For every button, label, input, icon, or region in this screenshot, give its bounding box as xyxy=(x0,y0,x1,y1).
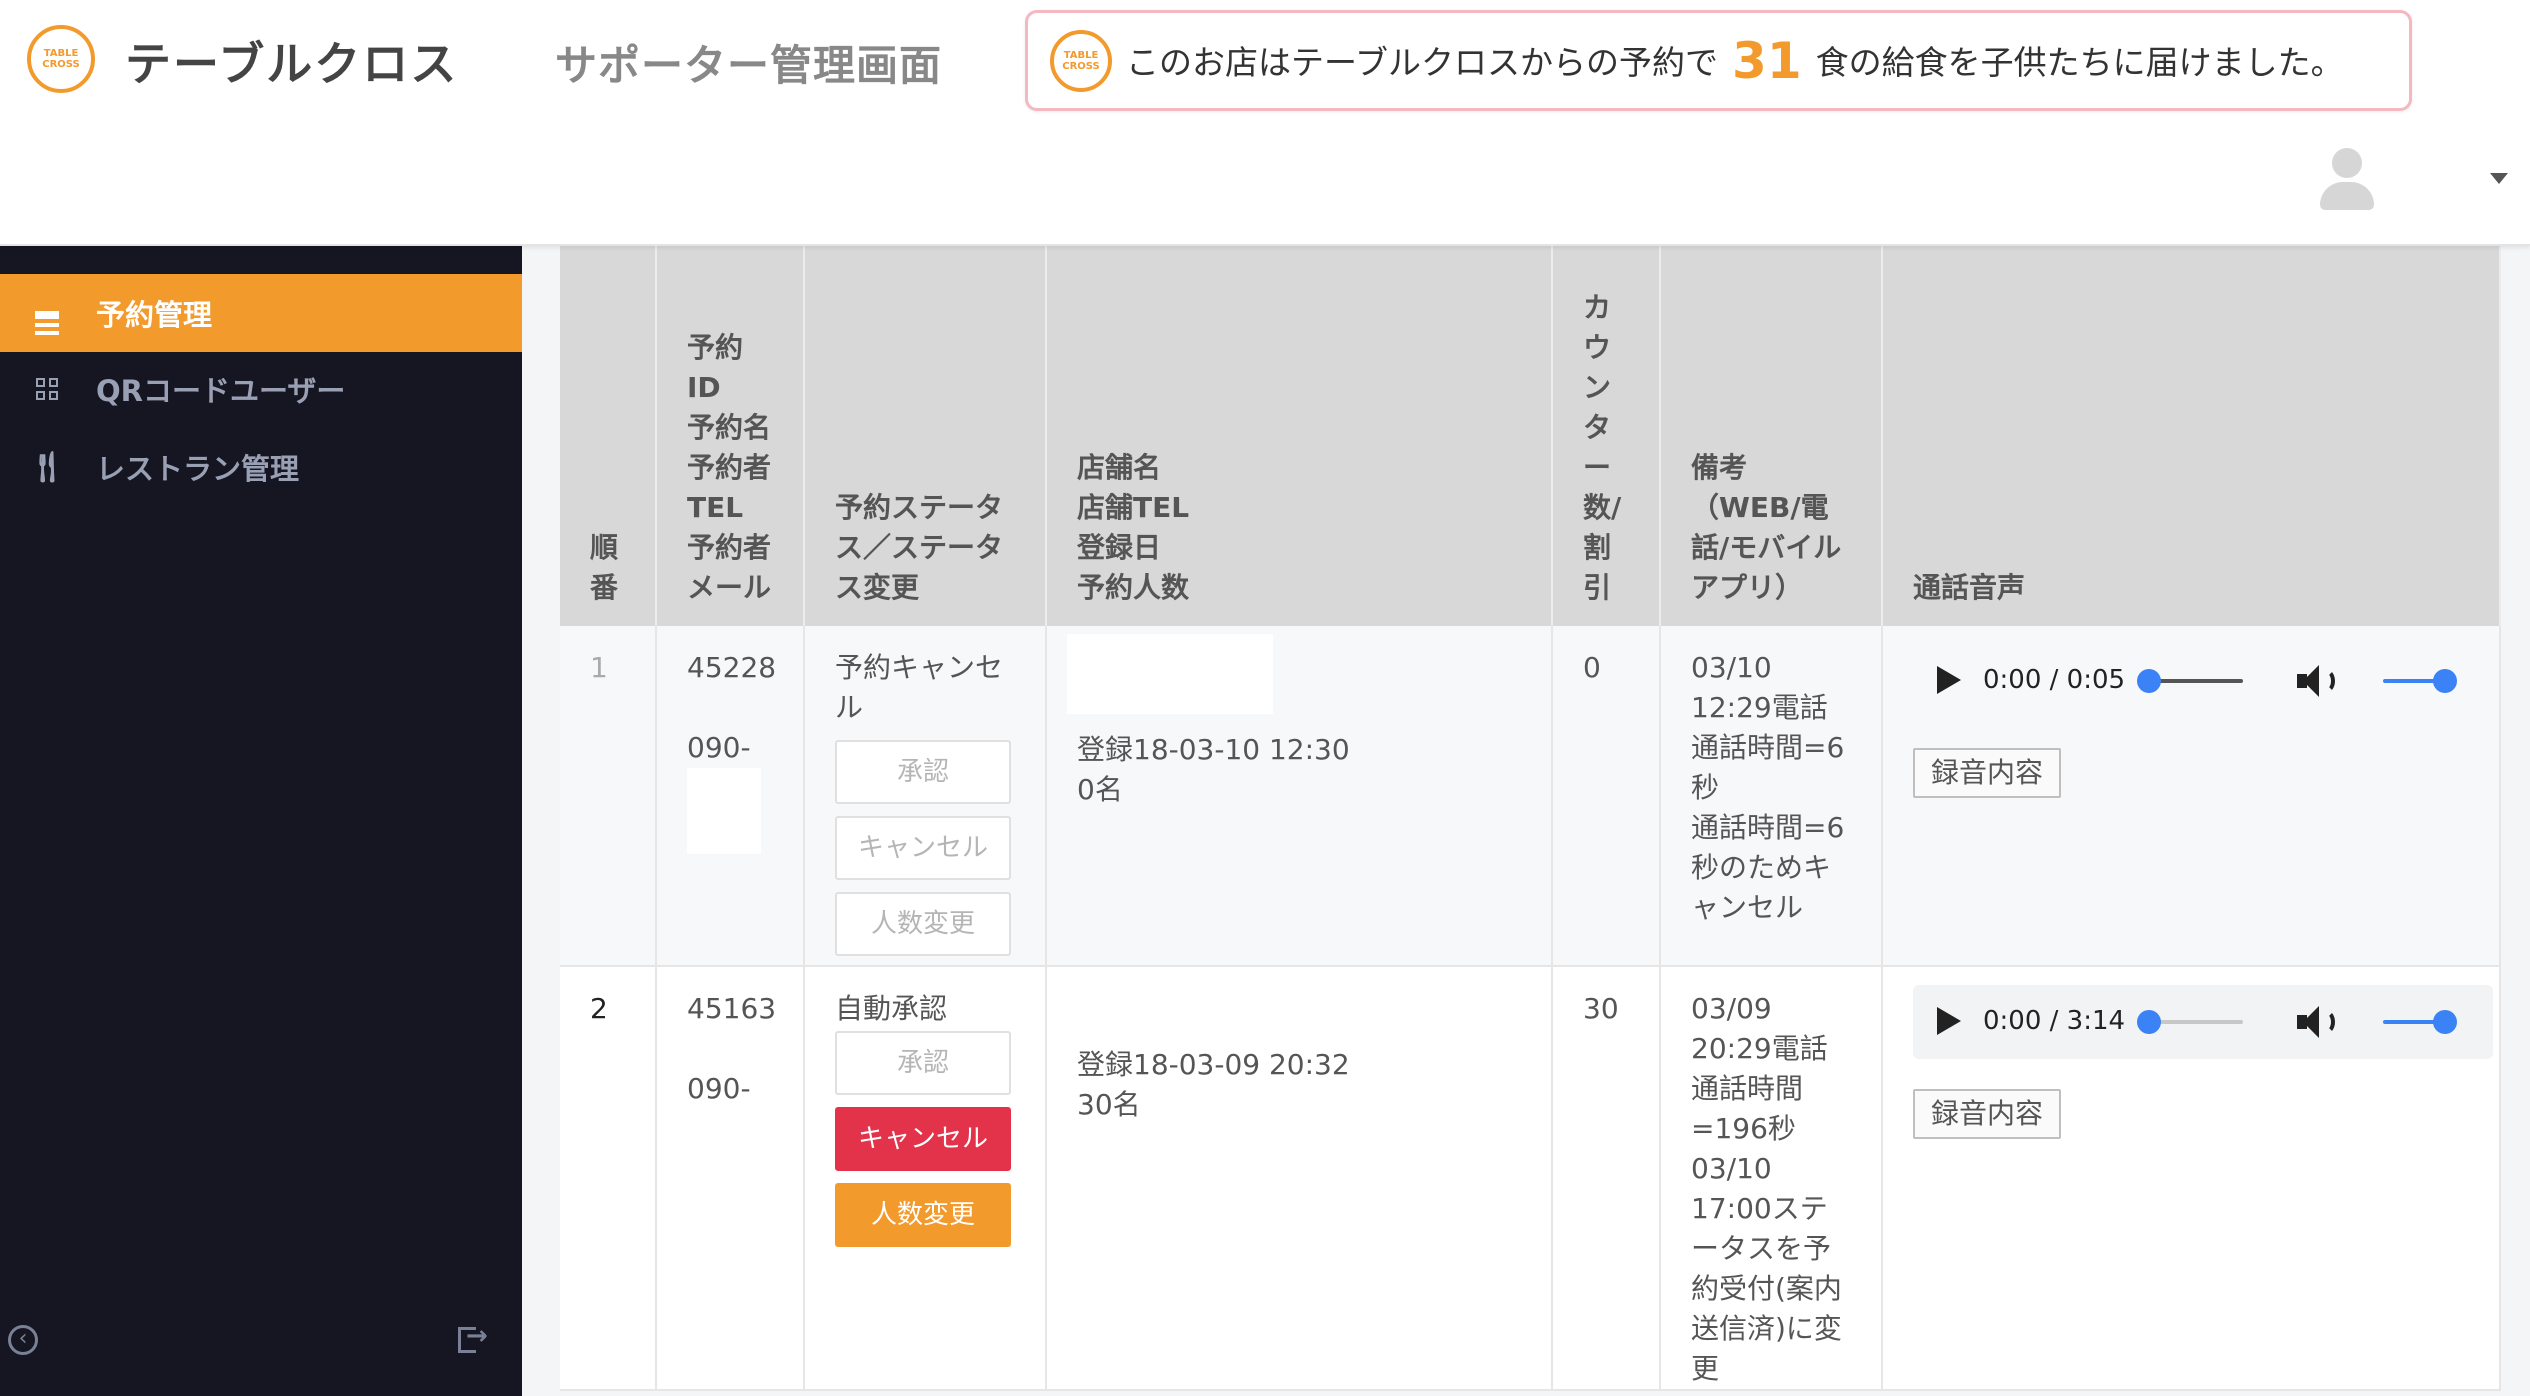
user-avatar-icon[interactable] xyxy=(2320,148,2374,210)
audio-progress-track[interactable] xyxy=(2147,1020,2243,1024)
header-order-label: 順番 xyxy=(590,531,619,604)
approve-button[interactable]: 承認 xyxy=(835,1031,1011,1095)
play-icon[interactable] xyxy=(1937,666,1961,694)
people-count: 30名 xyxy=(1077,1088,1141,1121)
play-icon[interactable] xyxy=(1937,1007,1961,1035)
header-store-label: 店舗名 店舗TEL 登録日 予約人数 xyxy=(1077,451,1190,604)
change-people-button[interactable]: 人数変更 xyxy=(835,1183,1011,1247)
row-store: 登録18-03-09 20:32 30名 xyxy=(1046,966,1553,1391)
registered-date: 登録18-03-09 20:32 xyxy=(1077,1048,1350,1081)
caret-down-icon[interactable] xyxy=(2490,173,2508,184)
top-header: TABLE CROSS テーブルクロス サポーター管理画面 TABLE CROS… xyxy=(0,0,2530,246)
remarks-text: 03/09 20:29電話 通話時間 =196秒 03/10 17:00ステータ… xyxy=(1691,992,1842,1385)
notice-prefix: このお店はテーブルクロスからの予約で xyxy=(1126,42,1719,82)
header-reservation[interactable]: 予約ID 予約名 予約者TEL 予約者メール xyxy=(656,246,805,626)
row-reservation: 45163 090- xyxy=(656,966,805,1391)
reservations-table: 順番 予約ID 予約名 予約者TEL 予約者メール 予約ステータス／ステータス変… xyxy=(560,246,2501,1391)
sidebar-item-reservations[interactable]: 予約管理 xyxy=(0,274,522,352)
sidebar-item-label: QRコードユーザー xyxy=(96,374,346,408)
reservation-phone: 090- xyxy=(687,731,751,764)
header-audio[interactable]: 通話音声 xyxy=(1882,246,2501,626)
reservation-id: 45228 xyxy=(687,651,777,684)
page-subtitle: サポーター管理画面 xyxy=(555,41,943,90)
registered-date: 登録18-03-10 12:30 xyxy=(1077,733,1350,766)
volume-icon[interactable] xyxy=(2295,662,2339,700)
table-header-row: 順番 予約ID 予約名 予約者TEL 予約者メール 予約ステータス／ステータス変… xyxy=(560,246,2501,626)
audio-time: 0:00 / 3:14 xyxy=(1983,1006,2126,1036)
header-status[interactable]: 予約ステータス／ステータス変更 xyxy=(804,246,1047,626)
sidebar-item-restaurants[interactable]: 🍴︎ レストラン管理 xyxy=(0,428,522,506)
row-audio: 0:00 / 3:14 録音内容 xyxy=(1882,966,2501,1391)
table-row: 2 45163 090- 自動承認 承認 キャンセル 人数変更 登録18-03-… xyxy=(560,966,2501,1391)
reservation-id: 45163 xyxy=(687,992,777,1025)
header-remarks[interactable]: 備考（WEB/電話/モバイルアプリ） xyxy=(1660,246,1883,626)
header-status-label: 予約ステータス／ステータス変更 xyxy=(835,491,1004,604)
sidebar-item-label: 予約管理 xyxy=(96,298,213,332)
cancel-button[interactable]: キャンセル xyxy=(835,1107,1011,1171)
audio-time: 0:00 / 0:05 xyxy=(1983,665,2126,695)
row-status: 自動承認 承認 キャンセル 人数変更 xyxy=(804,966,1047,1391)
logo-text: TABLE CROSS xyxy=(42,48,80,70)
people-count: 0名 xyxy=(1077,773,1123,806)
brand-name[interactable]: テーブルクロス xyxy=(125,28,458,94)
notice-logo-text: TABLE CROSS xyxy=(1062,49,1100,72)
chevron-left-circle-icon[interactable]: ‹ xyxy=(8,1325,38,1355)
reservation-phone: 090- xyxy=(687,1072,751,1105)
header-remarks-label: 備考（WEB/電話/モバイルアプリ） xyxy=(1691,451,1842,604)
hamburger-icon xyxy=(30,298,64,335)
volume-knob[interactable] xyxy=(2433,669,2457,693)
header-counter[interactable]: カウンター数/割引 xyxy=(1552,246,1661,626)
volume-knob[interactable] xyxy=(2433,1010,2457,1034)
sidebar-item-qr-users[interactable]: QRコードユーザー xyxy=(0,350,522,428)
row-remarks: 03/10 12:29電話 通話時間=6秒 通話時間=6秒のためキャンセル xyxy=(1660,626,1883,967)
notice-text: このお店はテーブルクロスからの予約で 31 食の給食を子供たちに届けました。 xyxy=(1126,32,2344,90)
audio-player: 0:00 / 3:14 xyxy=(1913,985,2493,1059)
row-store: 登録18-03-10 12:30 0名 xyxy=(1046,626,1553,967)
reservations-table-wrap: 順番 予約ID 予約名 予約者TEL 予約者メール 予約ステータス／ステータス変… xyxy=(560,246,2501,1391)
audio-player: 0:00 / 0:05 xyxy=(1913,644,2493,718)
sidebar: 予約管理 QRコードユーザー 🍴︎ レストラン管理 ‹ → xyxy=(0,246,522,1396)
meal-notice-banner: TABLE CROSS このお店はテーブルクロスからの予約で 31 食の給食を子供た… xyxy=(1025,10,2412,111)
recording-content-button[interactable]: 録音内容 xyxy=(1913,1089,2062,1139)
approve-button[interactable]: 承認 xyxy=(835,740,1011,804)
change-people-button[interactable]: 人数変更 xyxy=(835,892,1011,956)
row-order: 2 xyxy=(560,966,657,1391)
utensils-icon: 🍴︎ xyxy=(27,449,67,485)
status-text: 予約キャンセル xyxy=(835,651,1004,724)
avatar-head xyxy=(2332,148,2362,178)
recording-content-button[interactable]: 録音内容 xyxy=(1913,748,2062,798)
row-counter: 0 xyxy=(1552,626,1661,967)
audio-progress-track[interactable] xyxy=(2147,679,2243,683)
avatar-body xyxy=(2320,182,2374,210)
header-order[interactable]: 順番 xyxy=(560,246,657,626)
row-status: 予約キャンセル 承認 キャンセル 人数変更 xyxy=(804,626,1047,967)
row-remarks: 03/09 20:29電話 通話時間 =196秒 03/10 17:00ステータ… xyxy=(1660,966,1883,1391)
row-counter: 30 xyxy=(1552,966,1661,1391)
table-row: 1 45228 090- 予約キャンセル 承認 キャンセル 人数変更 登録18-… xyxy=(560,626,2501,967)
brand-logo-icon[interactable]: TABLE CROSS xyxy=(27,25,95,93)
row-order: 1 xyxy=(560,626,657,967)
notice-logo-icon: TABLE CROSS xyxy=(1050,29,1112,92)
row-reservation: 45228 090- xyxy=(656,626,805,967)
qr-code-icon xyxy=(30,374,64,404)
main-content: 順番 予約ID 予約名 予約者TEL 予約者メール 予約ステータス／ステータス変… xyxy=(522,246,2530,1396)
audio-progress-knob[interactable] xyxy=(2137,1010,2161,1034)
logout-icon[interactable]: → xyxy=(458,1321,488,1355)
redacted-field xyxy=(687,768,761,854)
remarks-text: 03/10 12:29電話 通話時間=6秒 通話時間=6秒のためキャンセル xyxy=(1691,651,1845,924)
sidebar-item-label: レストラン管理 xyxy=(96,452,300,486)
row-audio: 0:00 / 0:05 録音内容 xyxy=(1882,626,2501,967)
meal-count: 31 xyxy=(1732,31,1802,90)
notice-suffix: 食の給食を子供たちに届けました。 xyxy=(1815,42,2344,82)
header-store[interactable]: 店舗名 店舗TEL 登録日 予約人数 xyxy=(1046,246,1553,626)
audio-progress-knob[interactable] xyxy=(2137,669,2161,693)
header-reservation-label: 予約ID 予約名 予約者TEL 予約者メール xyxy=(687,331,772,604)
header-audio-label: 通話音声 xyxy=(1913,571,2026,604)
redacted-store-name xyxy=(1067,634,1273,714)
status-text: 自動承認 xyxy=(835,992,948,1025)
header-counter-label: カウンター数/割引 xyxy=(1583,291,1622,604)
volume-icon[interactable] xyxy=(2295,1003,2339,1041)
cancel-button[interactable]: キャンセル xyxy=(835,816,1011,880)
